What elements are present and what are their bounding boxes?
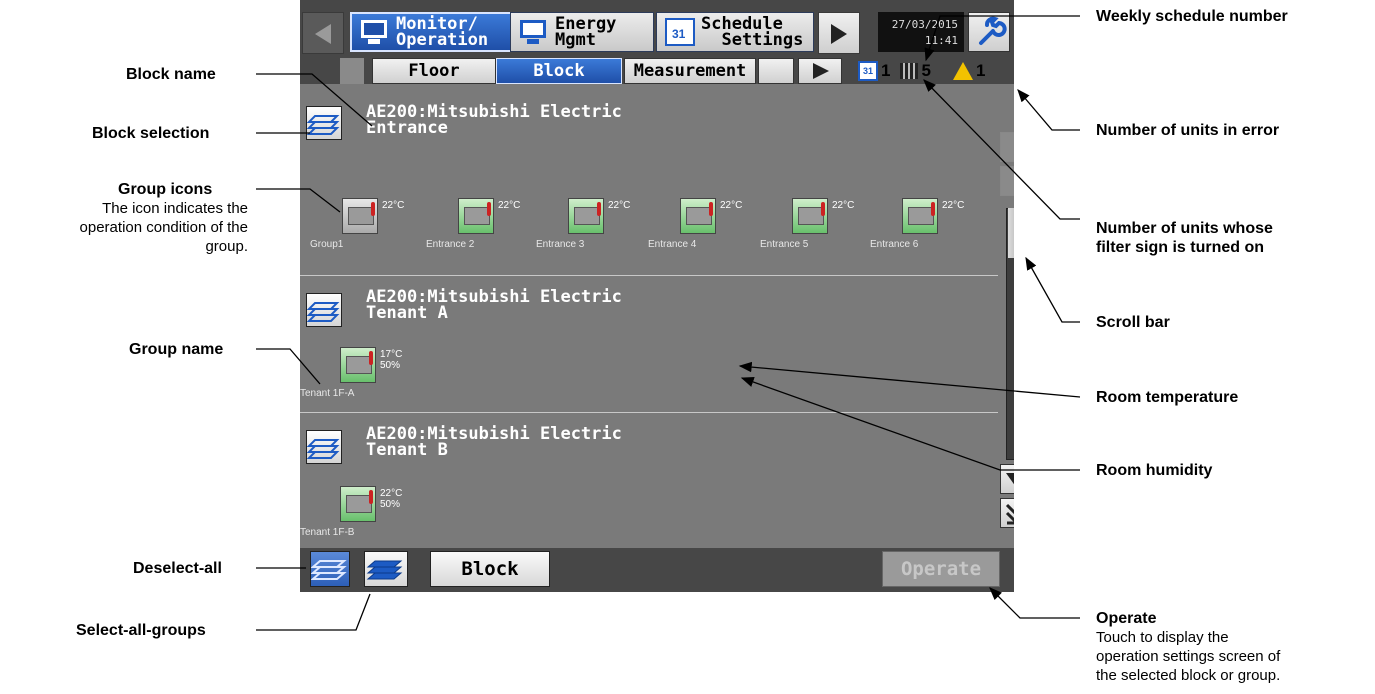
callout-room-humidity: Room humidity — [1096, 462, 1213, 479]
callout-scroll-bar: Scroll bar — [1096, 314, 1170, 331]
callout-weekly-schedule: Weekly schedule number — [1096, 8, 1288, 25]
callout-block-selection: Block selection — [92, 125, 210, 142]
callout-group-icons: Group icons — [118, 181, 213, 198]
callout-group-name: Group name — [129, 341, 224, 358]
callout-operate-desc: Touch to display the operation settings … — [1096, 629, 1281, 684]
callout-select-all-groups: Select-all-groups — [76, 622, 206, 639]
callout-deselect-all: Deselect-all — [133, 560, 222, 577]
callout-block-name: Block name — [126, 66, 216, 83]
callout-group-icons-desc: The icon indicates the operation conditi… — [79, 200, 248, 255]
callout-operate: Operate — [1096, 610, 1157, 627]
callout-filter-sign: Number of units whose filter sign is turn… — [1096, 220, 1273, 256]
callout-room-temperature: Room temperature — [1096, 389, 1239, 406]
callout-units-in-error: Number of units in error — [1096, 122, 1280, 139]
